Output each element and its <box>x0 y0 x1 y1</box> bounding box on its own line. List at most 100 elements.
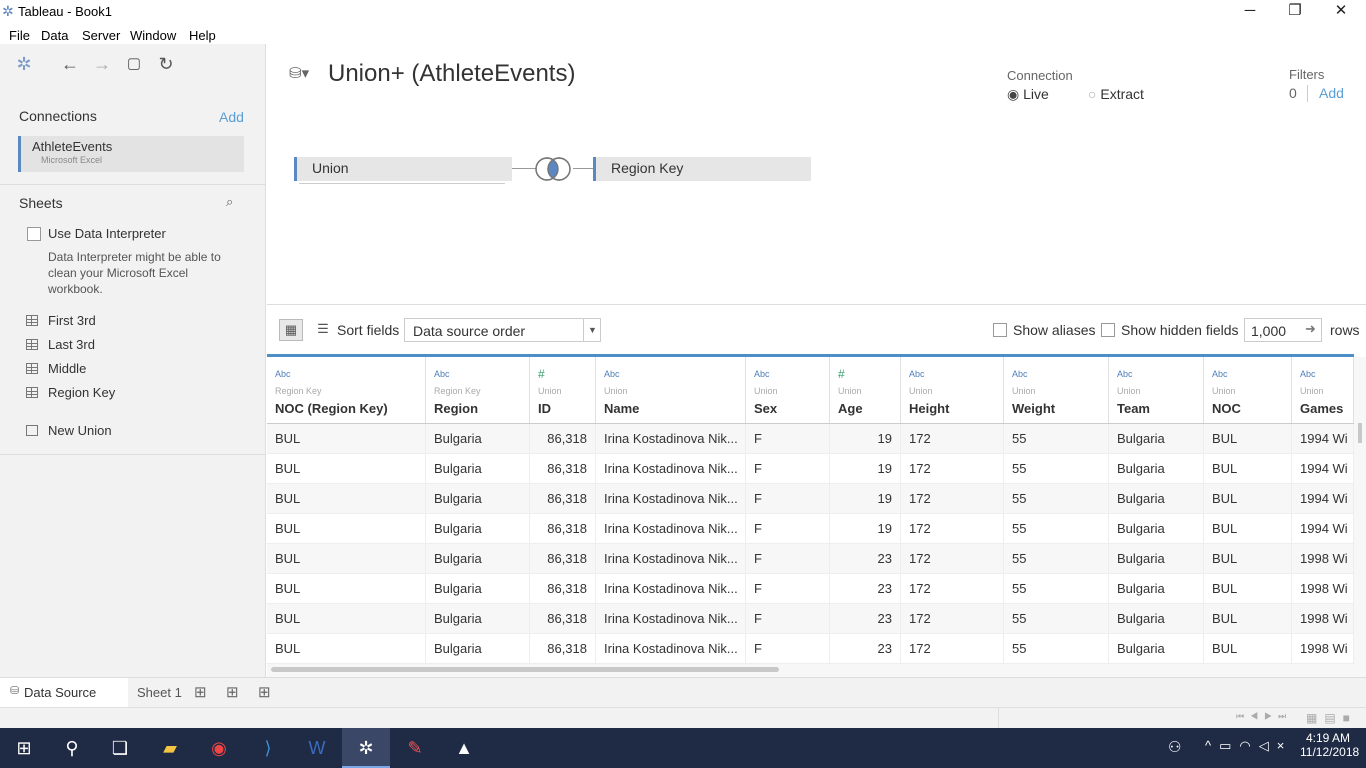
show-aliases-checkbox[interactable] <box>993 322 1007 337</box>
table-cell[interactable]: 1998 Wi <box>1292 604 1354 634</box>
column-header[interactable]: Abc Union NOC <box>1204 357 1292 423</box>
view-mode-icons[interactable]: ▦▤■ <box>1306 711 1357 725</box>
table-cell[interactable]: 55 <box>1004 544 1109 574</box>
field-name[interactable]: Sex <box>754 401 777 416</box>
table-cell[interactable]: 23 <box>830 574 901 604</box>
field-type-icon[interactable]: Abc <box>909 369 925 379</box>
table-cell[interactable]: BUL <box>267 484 426 514</box>
table-cell[interactable]: 55 <box>1004 634 1109 664</box>
table-cell[interactable]: Bulgaria <box>426 544 530 574</box>
table-cell[interactable]: 19 <box>830 454 901 484</box>
sheet-navigation-icons[interactable]: ⏮◀▶⏭ <box>1236 711 1292 722</box>
column-header[interactable]: Abc Union Weight <box>1004 357 1109 423</box>
table-row[interactable]: BUL Bulgaria 86,318 Irina Kostadinova Nik..… <box>267 484 1354 514</box>
column-header[interactable]: Abc Region Key Region <box>426 357 530 423</box>
add-connection-link[interactable]: Add <box>219 109 244 125</box>
table-cell[interactable]: 55 <box>1004 514 1109 544</box>
table-cell[interactable]: 19 <box>830 514 901 544</box>
sheet-item-last-3rd[interactable]: Last 3rd <box>26 337 95 357</box>
new-dashboard-icon[interactable]: ⊞ <box>226 683 239 701</box>
menu-server[interactable]: Server <box>82 26 120 45</box>
column-header[interactable]: Abc Region Key NOC (Region Key) <box>267 357 426 423</box>
table-cell[interactable]: Bulgaria <box>426 634 530 664</box>
file-explorer-icon[interactable]: ▰ <box>146 728 194 768</box>
table-cell[interactable]: BUL <box>267 424 426 454</box>
inner-join-icon[interactable] <box>533 155 573 183</box>
field-name[interactable]: Weight <box>1012 401 1055 416</box>
table-cell[interactable]: 86,318 <box>530 514 596 544</box>
column-header[interactable]: Abc Union Sex <box>746 357 830 423</box>
field-name[interactable]: Games <box>1300 401 1343 416</box>
table-cell[interactable]: F <box>746 424 830 454</box>
table-cell[interactable]: 23 <box>830 604 901 634</box>
back-arrow-icon[interactable]: ← <box>60 54 80 74</box>
table-cell[interactable]: 86,318 <box>530 544 596 574</box>
menu-data[interactable]: Data <box>41 26 68 45</box>
field-name[interactable]: NOC (Region Key) <box>275 401 388 416</box>
search-icon[interactable]: ⚲ <box>48 728 96 768</box>
tab-data-source[interactable]: ⛁ Data Source <box>0 678 128 707</box>
field-name[interactable]: NOC <box>1212 401 1241 416</box>
table-cell[interactable]: BUL <box>1204 544 1292 574</box>
field-type-icon[interactable]: Abc <box>275 369 291 379</box>
new-story-icon[interactable]: ⊞ <box>258 683 271 701</box>
field-name[interactable]: Team <box>1117 401 1150 416</box>
table-cell[interactable]: 172 <box>901 604 1004 634</box>
people-icon[interactable]: ⚇ <box>1168 738 1181 756</box>
table-cell[interactable]: Irina Kostadinova Nik... <box>596 634 746 664</box>
table-cell[interactable]: 19 <box>830 424 901 454</box>
task-view-icon[interactable]: ❏ <box>96 728 144 768</box>
table-row[interactable]: BUL Bulgaria 86,318 Irina Kostadinova Nik..… <box>267 544 1354 574</box>
field-type-icon[interactable]: Abc <box>1300 369 1316 379</box>
table-cell[interactable]: BUL <box>1204 514 1292 544</box>
table-cell[interactable]: F <box>746 514 830 544</box>
tableau-taskbar-icon[interactable]: ✲ <box>342 728 390 768</box>
datasource-title[interactable]: Union+ (AthleteEvents) <box>328 60 575 88</box>
table-cell[interactable]: Irina Kostadinova Nik... <box>596 514 746 544</box>
table-cell[interactable]: BUL <box>1204 604 1292 634</box>
add-filter-link[interactable]: Add <box>1319 85 1344 101</box>
table-cell[interactable]: Irina Kostadinova Nik... <box>596 544 746 574</box>
table-cell[interactable]: Bulgaria <box>1109 454 1204 484</box>
field-name[interactable]: Age <box>838 401 863 416</box>
table-cell[interactable]: 1998 Wi <box>1292 544 1354 574</box>
table-cell[interactable]: 86,318 <box>530 634 596 664</box>
table-cell[interactable]: 86,318 <box>530 604 596 634</box>
field-name[interactable]: ID <box>538 401 551 416</box>
table-cell[interactable]: 1994 Wi <box>1292 454 1354 484</box>
field-type-icon[interactable]: Abc <box>1012 369 1028 379</box>
chrome-icon[interactable]: ◉ <box>195 728 243 768</box>
vscode-icon[interactable]: ⟩ <box>244 728 292 768</box>
grid-view-icon[interactable]: ▦ <box>279 319 303 341</box>
clock[interactable]: 4:19 AM 11/12/2018 <box>1300 731 1359 759</box>
connection-extract-radio[interactable]: ○ Extract <box>1088 86 1144 102</box>
table-cell[interactable]: Bulgaria <box>1109 424 1204 454</box>
search-icon[interactable]: ⌕ <box>226 194 233 210</box>
table-cell[interactable]: 1998 Wi <box>1292 634 1354 664</box>
maximize-button[interactable]: ❐ <box>1272 0 1318 24</box>
table-cell[interactable]: BUL <box>267 514 426 544</box>
table-cell[interactable]: 55 <box>1004 484 1109 514</box>
sheet-item-middle[interactable]: Middle <box>26 361 86 381</box>
table-cell[interactable]: BUL <box>267 454 426 484</box>
table-cell[interactable]: 86,318 <box>530 454 596 484</box>
table-cell[interactable]: 1994 Wi <box>1292 424 1354 454</box>
table-cell[interactable]: 172 <box>901 484 1004 514</box>
table-cell[interactable]: 172 <box>901 454 1004 484</box>
column-header[interactable]: Abc Union Team <box>1109 357 1204 423</box>
table-cell[interactable]: Irina Kostadinova Nik... <box>596 424 746 454</box>
table-cell[interactable]: Irina Kostadinova Nik... <box>596 484 746 514</box>
photos-icon[interactable]: ▲ <box>440 728 488 768</box>
sort-fields-select[interactable]: Data source order ▼ <box>404 318 601 342</box>
field-type-icon[interactable]: # <box>538 367 545 381</box>
show-hidden-label[interactable]: Show hidden fields <box>1121 322 1239 338</box>
new-union-item[interactable]: New Union <box>26 423 112 443</box>
menu-window[interactable]: Window <box>130 26 176 45</box>
table-cell[interactable]: Bulgaria <box>1109 544 1204 574</box>
table-row[interactable]: BUL Bulgaria 86,318 Irina Kostadinova Nik..… <box>267 604 1354 634</box>
table-cell[interactable]: Bulgaria <box>1109 514 1204 544</box>
save-icon[interactable]: ▢ <box>124 54 144 74</box>
minimize-button[interactable]: ─ <box>1227 0 1273 24</box>
table-cell[interactable]: Irina Kostadinova Nik... <box>596 574 746 604</box>
table-cell[interactable]: Irina Kostadinova Nik... <box>596 604 746 634</box>
